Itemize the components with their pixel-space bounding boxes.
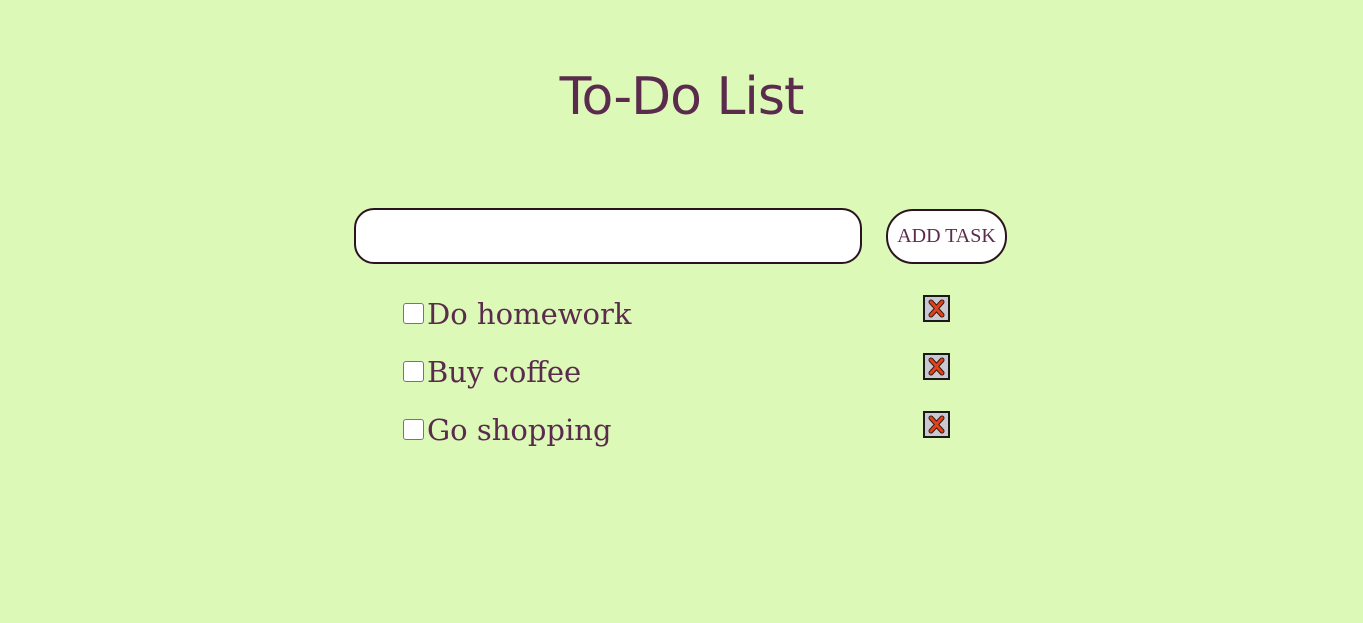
task-label: Buy coffee xyxy=(427,355,582,389)
page-title: To-Do List xyxy=(559,67,805,127)
delete-task-button[interactable] xyxy=(923,353,950,380)
task-input[interactable] xyxy=(354,208,862,264)
close-icon xyxy=(928,299,945,318)
add-task-button[interactable]: ADD TASK xyxy=(886,209,1007,264)
close-icon xyxy=(928,357,945,376)
delete-task-button[interactable] xyxy=(923,295,950,322)
task-label: Do homework xyxy=(427,297,632,331)
task-label: Go shopping xyxy=(427,413,612,447)
task-checkbox[interactable] xyxy=(403,419,424,440)
task-checkbox[interactable] xyxy=(403,303,424,324)
delete-task-button[interactable] xyxy=(923,411,950,438)
task-checkbox[interactable] xyxy=(403,361,424,382)
close-icon xyxy=(928,415,945,434)
